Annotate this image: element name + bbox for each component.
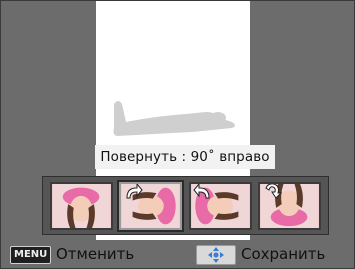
bottom-bar: MENU Отменить Сохранить [0, 242, 355, 269]
rotate-left-icon [193, 183, 213, 200]
thumbnail-rotate-left[interactable] [188, 181, 252, 230]
save-label[interactable]: Сохранить [241, 244, 325, 264]
cancel-label[interactable]: Отменить [56, 244, 134, 264]
screen: Повернуть : 90˚ вправо MENU Отменить Сох… [0, 0, 355, 269]
silhouette-image [113, 101, 235, 136]
photo-thumbnail [52, 183, 111, 228]
rotation-caption: Повернуть : 90˚ вправо [95, 145, 275, 169]
thumbnail-rotate-180[interactable] [257, 181, 321, 230]
menu-key[interactable]: MENU [10, 246, 52, 264]
thumbnail-rotate-right[interactable] [117, 179, 185, 232]
thumbnail-original[interactable] [50, 181, 113, 230]
dpad-icon[interactable] [196, 245, 236, 265]
rotate-180-icon [262, 183, 282, 200]
thumbnail-strip [42, 176, 329, 235]
rotate-right-icon [123, 183, 143, 200]
